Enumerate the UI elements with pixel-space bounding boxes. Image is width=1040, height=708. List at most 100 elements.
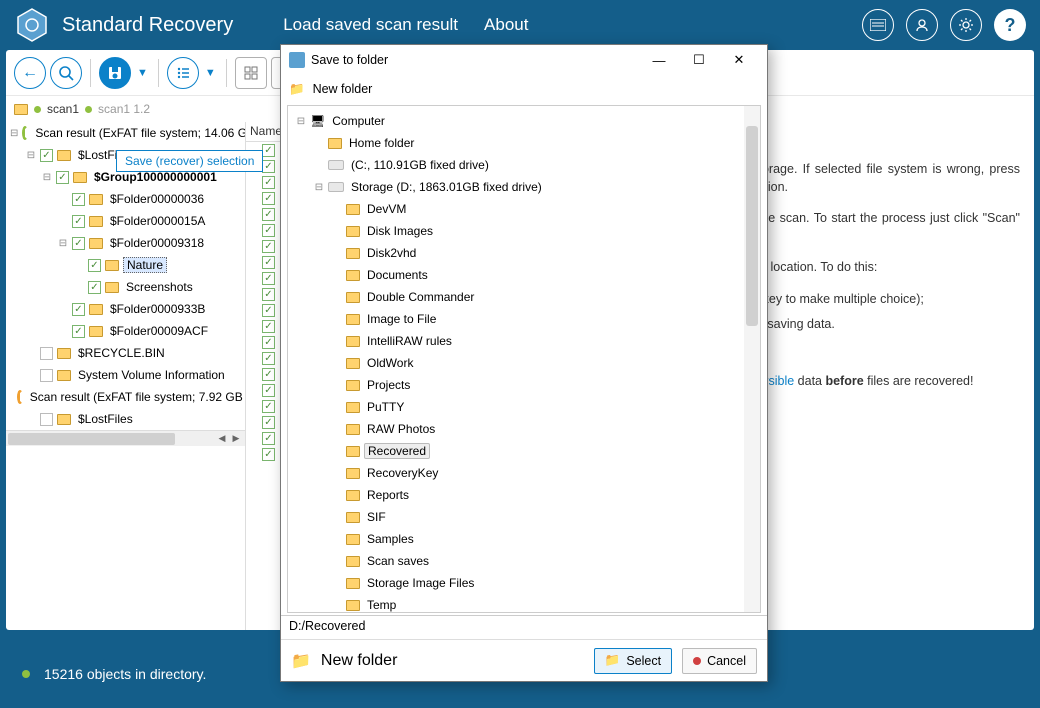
row-checkbox[interactable]: ✓ — [262, 224, 275, 237]
folder-item[interactable]: Home folder — [292, 132, 756, 154]
tree-item[interactable]: ✓Nature — [6, 254, 245, 276]
row-checkbox[interactable]: ✓ — [262, 192, 275, 205]
checkbox[interactable]: ✓ — [72, 237, 85, 250]
tree-item[interactable]: ✓$Folder00000036 — [6, 188, 245, 210]
cancel-button[interactable]: Cancel — [682, 648, 757, 674]
new-folder-toolbar[interactable]: 📁 New folder — [281, 75, 767, 103]
folder-item[interactable]: (C:, 110.91GB fixed drive) — [292, 154, 756, 176]
tree-item[interactable]: System Volume Information — [6, 364, 245, 386]
folder-item[interactable]: RecoveryKey — [292, 462, 756, 484]
h-scrollbar[interactable]: ◀▶ — [6, 430, 245, 446]
expand-toggle[interactable] — [332, 556, 342, 567]
row-checkbox[interactable]: ✓ — [262, 240, 275, 253]
expand-toggle[interactable] — [332, 204, 342, 215]
folder-item[interactable]: SIF — [292, 506, 756, 528]
folder-item[interactable]: ⊟🖥Computer — [292, 110, 756, 132]
close-button[interactable]: ✕ — [719, 46, 759, 74]
expand-toggle[interactable] — [332, 270, 342, 281]
row-checkbox[interactable]: ✓ — [262, 272, 275, 285]
expand-toggle[interactable] — [332, 424, 342, 435]
expand-toggle[interactable] — [58, 326, 68, 337]
row-checkbox[interactable]: ✓ — [262, 400, 275, 413]
expand-toggle[interactable] — [58, 194, 68, 205]
crumb-1[interactable]: scan1 — [47, 102, 79, 116]
folder-item[interactable]: Reports — [292, 484, 756, 506]
select-button[interactable]: 📁Select — [594, 648, 672, 674]
expand-toggle[interactable] — [314, 160, 324, 171]
folder-item[interactable]: Image to File — [292, 308, 756, 330]
back-button[interactable]: ← — [14, 57, 46, 89]
folder-item[interactable]: Temp — [292, 594, 756, 613]
row-checkbox[interactable]: ✓ — [262, 416, 275, 429]
folder-item[interactable]: Projects — [292, 374, 756, 396]
minimize-button[interactable]: — — [639, 46, 679, 74]
folder-item[interactable]: RAW Photos — [292, 418, 756, 440]
list-options-dropdown[interactable]: ▼ — [205, 67, 216, 79]
menu-load-saved[interactable]: Load saved scan result — [283, 15, 458, 35]
checkbox[interactable]: ✓ — [72, 215, 85, 228]
expand-toggle[interactable]: ⊟ — [314, 182, 324, 193]
tree-item[interactable]: ⊟✓$Folder00009318 — [6, 232, 245, 254]
checkbox[interactable] — [40, 347, 53, 360]
expand-toggle[interactable] — [26, 370, 36, 381]
save-dropdown[interactable]: ▼ — [137, 67, 148, 79]
expand-toggle[interactable]: ⊟ — [26, 150, 36, 161]
expand-toggle[interactable]: ⊟ — [296, 116, 306, 127]
expand-toggle[interactable]: ⊟ — [58, 238, 68, 249]
row-checkbox[interactable]: ✓ — [262, 320, 275, 333]
folder-item[interactable]: DevVM — [292, 198, 756, 220]
folder-item[interactable]: Scan saves — [292, 550, 756, 572]
folder-item[interactable]: Disk2vhd — [292, 242, 756, 264]
scan-button[interactable] — [50, 57, 82, 89]
new-folder-button[interactable]: New folder — [321, 652, 397, 670]
expand-toggle[interactable] — [332, 314, 342, 325]
row-checkbox[interactable]: ✓ — [262, 368, 275, 381]
view-grid-button[interactable] — [235, 57, 267, 89]
row-checkbox[interactable]: ✓ — [262, 288, 275, 301]
row-checkbox[interactable]: ✓ — [262, 384, 275, 397]
folder-item[interactable]: Disk Images — [292, 220, 756, 242]
expand-toggle[interactable]: ⊟ — [10, 128, 18, 139]
folder-item[interactable]: PuTTY — [292, 396, 756, 418]
row-checkbox[interactable]: ✓ — [262, 352, 275, 365]
folder-item[interactable]: OldWork — [292, 352, 756, 374]
list-options-button[interactable] — [167, 57, 199, 89]
row-checkbox[interactable]: ✓ — [262, 176, 275, 189]
folder-item[interactable]: IntelliRAW rules — [292, 330, 756, 352]
expand-toggle[interactable] — [332, 358, 342, 369]
expand-toggle[interactable] — [332, 600, 342, 611]
tree-item[interactable]: $RECYCLE.BIN — [6, 342, 245, 364]
tree-item[interactable]: ⊟Scan result (ExFAT file system; 14.06 G… — [6, 122, 245, 144]
expand-toggle[interactable] — [74, 260, 84, 271]
expand-toggle[interactable] — [74, 282, 84, 293]
checkbox[interactable]: ✓ — [40, 149, 53, 162]
expand-toggle[interactable] — [332, 402, 342, 413]
expand-toggle[interactable] — [332, 336, 342, 347]
row-checkbox[interactable]: ✓ — [262, 256, 275, 269]
row-checkbox[interactable]: ✓ — [262, 144, 275, 157]
expand-toggle[interactable] — [314, 138, 324, 149]
account-button[interactable] — [906, 9, 938, 41]
checkbox[interactable]: ✓ — [56, 171, 69, 184]
folder-item[interactable]: ⊟Storage (D:, 1863.01GB fixed drive) — [292, 176, 756, 198]
expand-toggle[interactable] — [26, 348, 36, 359]
expand-toggle[interactable] — [332, 490, 342, 501]
expand-toggle[interactable]: ⊟ — [42, 172, 52, 183]
checkbox[interactable]: ✓ — [72, 193, 85, 206]
save-button[interactable] — [99, 57, 131, 89]
checkbox[interactable]: ✓ — [88, 281, 101, 294]
menu-about[interactable]: About — [484, 15, 528, 35]
checkbox[interactable] — [40, 369, 53, 382]
checkbox[interactable]: ✓ — [72, 303, 85, 316]
folder-item[interactable]: Documents — [292, 264, 756, 286]
folder-item[interactable]: Double Commander — [292, 286, 756, 308]
row-checkbox[interactable]: ✓ — [262, 336, 275, 349]
folder-item[interactable]: Samples — [292, 528, 756, 550]
v-scrollbar[interactable] — [744, 106, 760, 612]
expand-toggle[interactable] — [10, 392, 13, 403]
expand-toggle[interactable] — [332, 248, 342, 259]
checkbox[interactable]: ✓ — [72, 325, 85, 338]
row-checkbox[interactable]: ✓ — [262, 432, 275, 445]
row-checkbox[interactable]: ✓ — [262, 448, 275, 461]
license-button[interactable] — [862, 9, 894, 41]
